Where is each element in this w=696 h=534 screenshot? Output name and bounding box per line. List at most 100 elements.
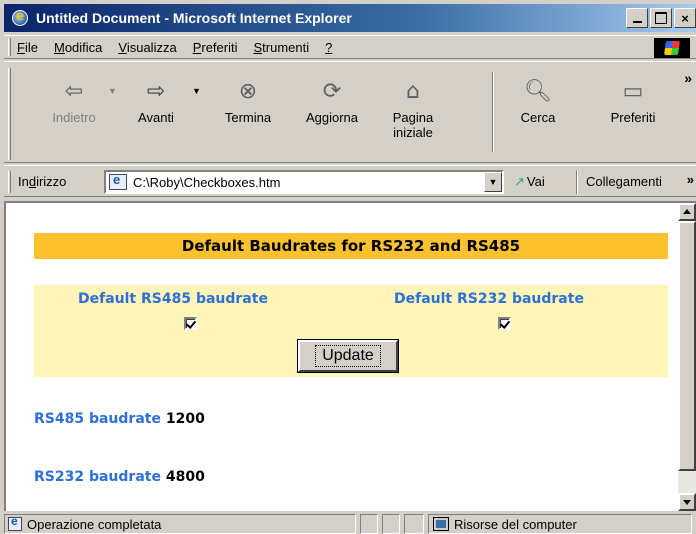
menu-visualizza[interactable]: Visualizza — [118, 40, 176, 55]
search-icon: 🔍︎ — [524, 79, 552, 104]
go-label: Vai — [526, 174, 545, 189]
menu-visualizza-label: isualizza — [126, 39, 177, 55]
my-computer-icon — [433, 517, 449, 531]
content-viewport: Default Baudrates for RS232 and RS485 De… — [4, 201, 696, 511]
scroll-down-arrow-icon — [683, 500, 691, 505]
home-label-line1: Pagina — [392, 110, 434, 125]
status-bar: Operazione completata Risorse del comput… — [4, 513, 696, 534]
address-label-post: irizzo — [36, 174, 67, 189]
menu-file-label: ile — [24, 39, 38, 55]
stop-icon: ⊗ — [238, 79, 258, 104]
stop-button[interactable]: ⊗ Termina — [214, 79, 282, 126]
web-page: Default Baudrates for RS232 and RS485 De… — [6, 203, 678, 511]
vertical-scrollbar[interactable] — [678, 203, 696, 511]
window-controls: × — [624, 8, 696, 28]
rs485-baudrate-value: 1200 — [165, 411, 205, 427]
rs232-baudrate-row: RS232 baudrate 4800 — [34, 469, 205, 485]
status-text-pane: Operazione completata — [4, 514, 356, 534]
go-button[interactable]: ↗ Vai — [514, 174, 545, 190]
menu-modifica-accel: M — [53, 39, 65, 55]
rs232-default-label: Default RS232 baudrate — [394, 291, 584, 307]
stop-label: Termina — [224, 110, 272, 125]
favorites-folder-icon: ▭ — [622, 79, 644, 104]
refresh-button[interactable]: ⟳ Aggiorna — [294, 79, 370, 126]
update-button[interactable]: Update — [297, 339, 399, 373]
status-zone-pane: Risorse del computer — [428, 514, 692, 534]
default-baudrate-form: Default RS485 baudrate Default RS232 bau… — [34, 285, 668, 377]
title-bar[interactable]: Untitled Document - Microsoft Internet E… — [4, 4, 696, 32]
back-label: Indietro — [52, 110, 96, 125]
home-label-line2: iniziale — [393, 125, 433, 140]
status-zone-text: Risorse del computer — [454, 516, 577, 532]
search-button[interactable]: 🔍︎ Cerca — [508, 79, 568, 126]
address-grip[interactable] — [8, 171, 11, 193]
rs485-baudrate-label: RS485 baudrate — [34, 411, 161, 427]
address-label-pre: In — [18, 174, 29, 189]
window-title: Untitled Document - Microsoft Internet E… — [36, 10, 352, 26]
rs232-baudrate-label: RS232 baudrate — [34, 469, 161, 485]
page-icon — [109, 172, 127, 190]
menu-modifica[interactable]: Modifica — [54, 40, 102, 55]
menu-preferiti-label: referiti — [201, 39, 238, 55]
minimize-button[interactable] — [626, 8, 648, 28]
forward-dropdown-arrow-icon[interactable]: ▼ — [192, 84, 201, 99]
menu-strumenti-label: trumenti — [262, 39, 310, 55]
rs485-default-label: Default RS485 baudrate — [78, 291, 268, 307]
menu-modifica-label: odifica — [64, 39, 103, 55]
refresh-label: Aggiorna — [305, 110, 359, 125]
search-label: Cerca — [520, 110, 556, 125]
menu-help-accel: ? — [325, 39, 333, 55]
scroll-thumb[interactable] — [678, 221, 696, 471]
back-arrow-icon: ⇦ — [64, 79, 84, 104]
maximize-button[interactable] — [650, 8, 672, 28]
address-url[interactable]: C:\Roby\Checkboxes.htm — [133, 175, 280, 190]
rs232-default-checkbox[interactable] — [498, 317, 511, 330]
status-pane-secure — [382, 514, 400, 534]
toolbar-separator — [492, 72, 494, 152]
status-pane-progress — [360, 514, 378, 534]
home-icon: ⌂ — [406, 79, 420, 104]
menu-strumenti-accel: S — [253, 39, 263, 55]
forward-label: Avanti — [138, 110, 174, 125]
menu-visualizza-accel: V — [118, 39, 127, 55]
windows-logo-icon — [654, 38, 690, 58]
menu-strumenti[interactable]: Strumenti — [253, 40, 309, 55]
menu-bar: File Modifica Visualizza Preferiti Strum… — [4, 35, 696, 59]
menu-grip[interactable] — [8, 38, 11, 56]
rs232-baudrate-value: 4800 — [165, 469, 205, 485]
page-done-icon — [8, 515, 22, 531]
menu-file-accel: F — [17, 39, 25, 55]
standard-toolbar: ⇦ Indietro ▼ ⇨ Avanti ▼ ⊗ Termina ⟳ Aggi… — [4, 61, 696, 163]
scroll-up-arrow-icon — [683, 209, 691, 214]
close-button[interactable]: × — [674, 8, 696, 28]
back-button[interactable]: ⇦ Indietro — [44, 79, 104, 126]
scroll-up-button[interactable] — [678, 203, 696, 221]
menu-preferiti[interactable]: Preferiti — [193, 40, 238, 55]
favorites-button[interactable]: ▭ Preferiti — [598, 79, 668, 126]
forward-arrow-icon: ⇨ — [146, 79, 166, 104]
rs485-default-checkbox[interactable] — [184, 317, 197, 330]
address-input[interactable]: C:\Roby\Checkboxes.htm ▼ — [104, 170, 504, 194]
links-button[interactable]: Collegamenti — [586, 174, 662, 189]
address-dropdown-arrow-icon[interactable]: ▼ — [484, 172, 502, 192]
links-overflow-chevron-icon[interactable]: » — [687, 172, 694, 187]
menu-file[interactable]: File — [17, 40, 38, 55]
scroll-down-button[interactable] — [678, 493, 696, 511]
links-separator — [576, 170, 578, 194]
toolbar-grip[interactable] — [8, 68, 11, 160]
refresh-icon: ⟳ — [322, 79, 342, 104]
home-button[interactable]: ⌂ Pagina iniziale — [378, 79, 448, 141]
address-label-accel: d — [28, 174, 37, 189]
rs485-baudrate-row: RS485 baudrate 1200 — [34, 411, 205, 427]
forward-button[interactable]: ⇨ Avanti — [126, 79, 186, 126]
toolbar-overflow-chevron-icon[interactable]: » — [684, 70, 692, 86]
browser-window: Untitled Document - Microsoft Internet E… — [0, 0, 696, 534]
address-bar: Indirizzo C:\Roby\Checkboxes.htm ▼ ↗Vai … — [4, 165, 696, 197]
ie-logo-icon[interactable] — [12, 9, 28, 26]
menu-help[interactable]: ? — [325, 40, 332, 55]
status-text: Operazione completata — [27, 516, 162, 532]
favorites-label: Preferiti — [610, 110, 656, 125]
update-button-label: Update — [315, 345, 381, 367]
back-dropdown-arrow-icon[interactable]: ▼ — [108, 84, 117, 99]
status-pane-privacy — [404, 514, 424, 534]
